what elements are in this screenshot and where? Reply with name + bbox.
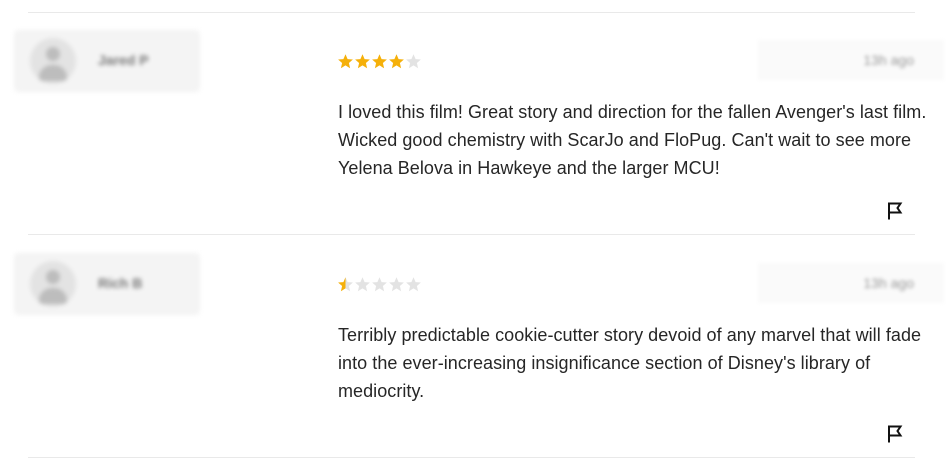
star-empty-icon xyxy=(354,276,371,293)
divider xyxy=(28,457,915,458)
review-card: Jared P 13h ago I loved this film! Great… xyxy=(0,12,952,234)
reviewer-name: Jared P xyxy=(98,52,149,68)
review-text: Terribly predictable cookie-cutter story… xyxy=(338,325,922,401)
reviewer-info[interactable]: Rich B xyxy=(14,253,200,315)
avatar-head-shape xyxy=(46,270,60,284)
avatar-head-shape xyxy=(46,47,60,61)
star-half-icon xyxy=(337,276,354,293)
review-timestamp: 13h ago xyxy=(758,40,944,80)
star-rating xyxy=(337,53,422,71)
avatar xyxy=(30,38,76,84)
star-empty-icon xyxy=(405,53,422,70)
star-empty-icon xyxy=(405,276,422,293)
star-empty-icon xyxy=(388,276,405,293)
reviewer-info[interactable]: Jared P xyxy=(14,30,200,92)
reviews-list: Jared P 13h ago I loved this film! Great… xyxy=(0,0,952,467)
review-text: I loved this film! Great story and direc… xyxy=(338,102,927,178)
star-empty-icon xyxy=(371,276,388,293)
avatar xyxy=(30,261,76,307)
star-filled-icon xyxy=(371,53,388,70)
star-filled-icon xyxy=(337,53,354,70)
timestamp-text: 13h ago xyxy=(863,275,914,291)
reviewer-name: Rich B xyxy=(98,275,143,291)
star-filled-icon xyxy=(388,53,405,70)
flag-icon[interactable] xyxy=(884,200,906,222)
avatar-body-shape xyxy=(39,65,67,81)
avatar-body-shape xyxy=(39,288,67,304)
star-rating xyxy=(337,276,422,294)
review-timestamp: 13h ago xyxy=(758,263,944,303)
flag-icon[interactable] xyxy=(884,423,906,445)
star-filled-icon xyxy=(354,53,371,70)
review-card: Rich B 13h ago Terribly predictable cook… xyxy=(0,235,952,457)
timestamp-text: 13h ago xyxy=(863,52,914,68)
